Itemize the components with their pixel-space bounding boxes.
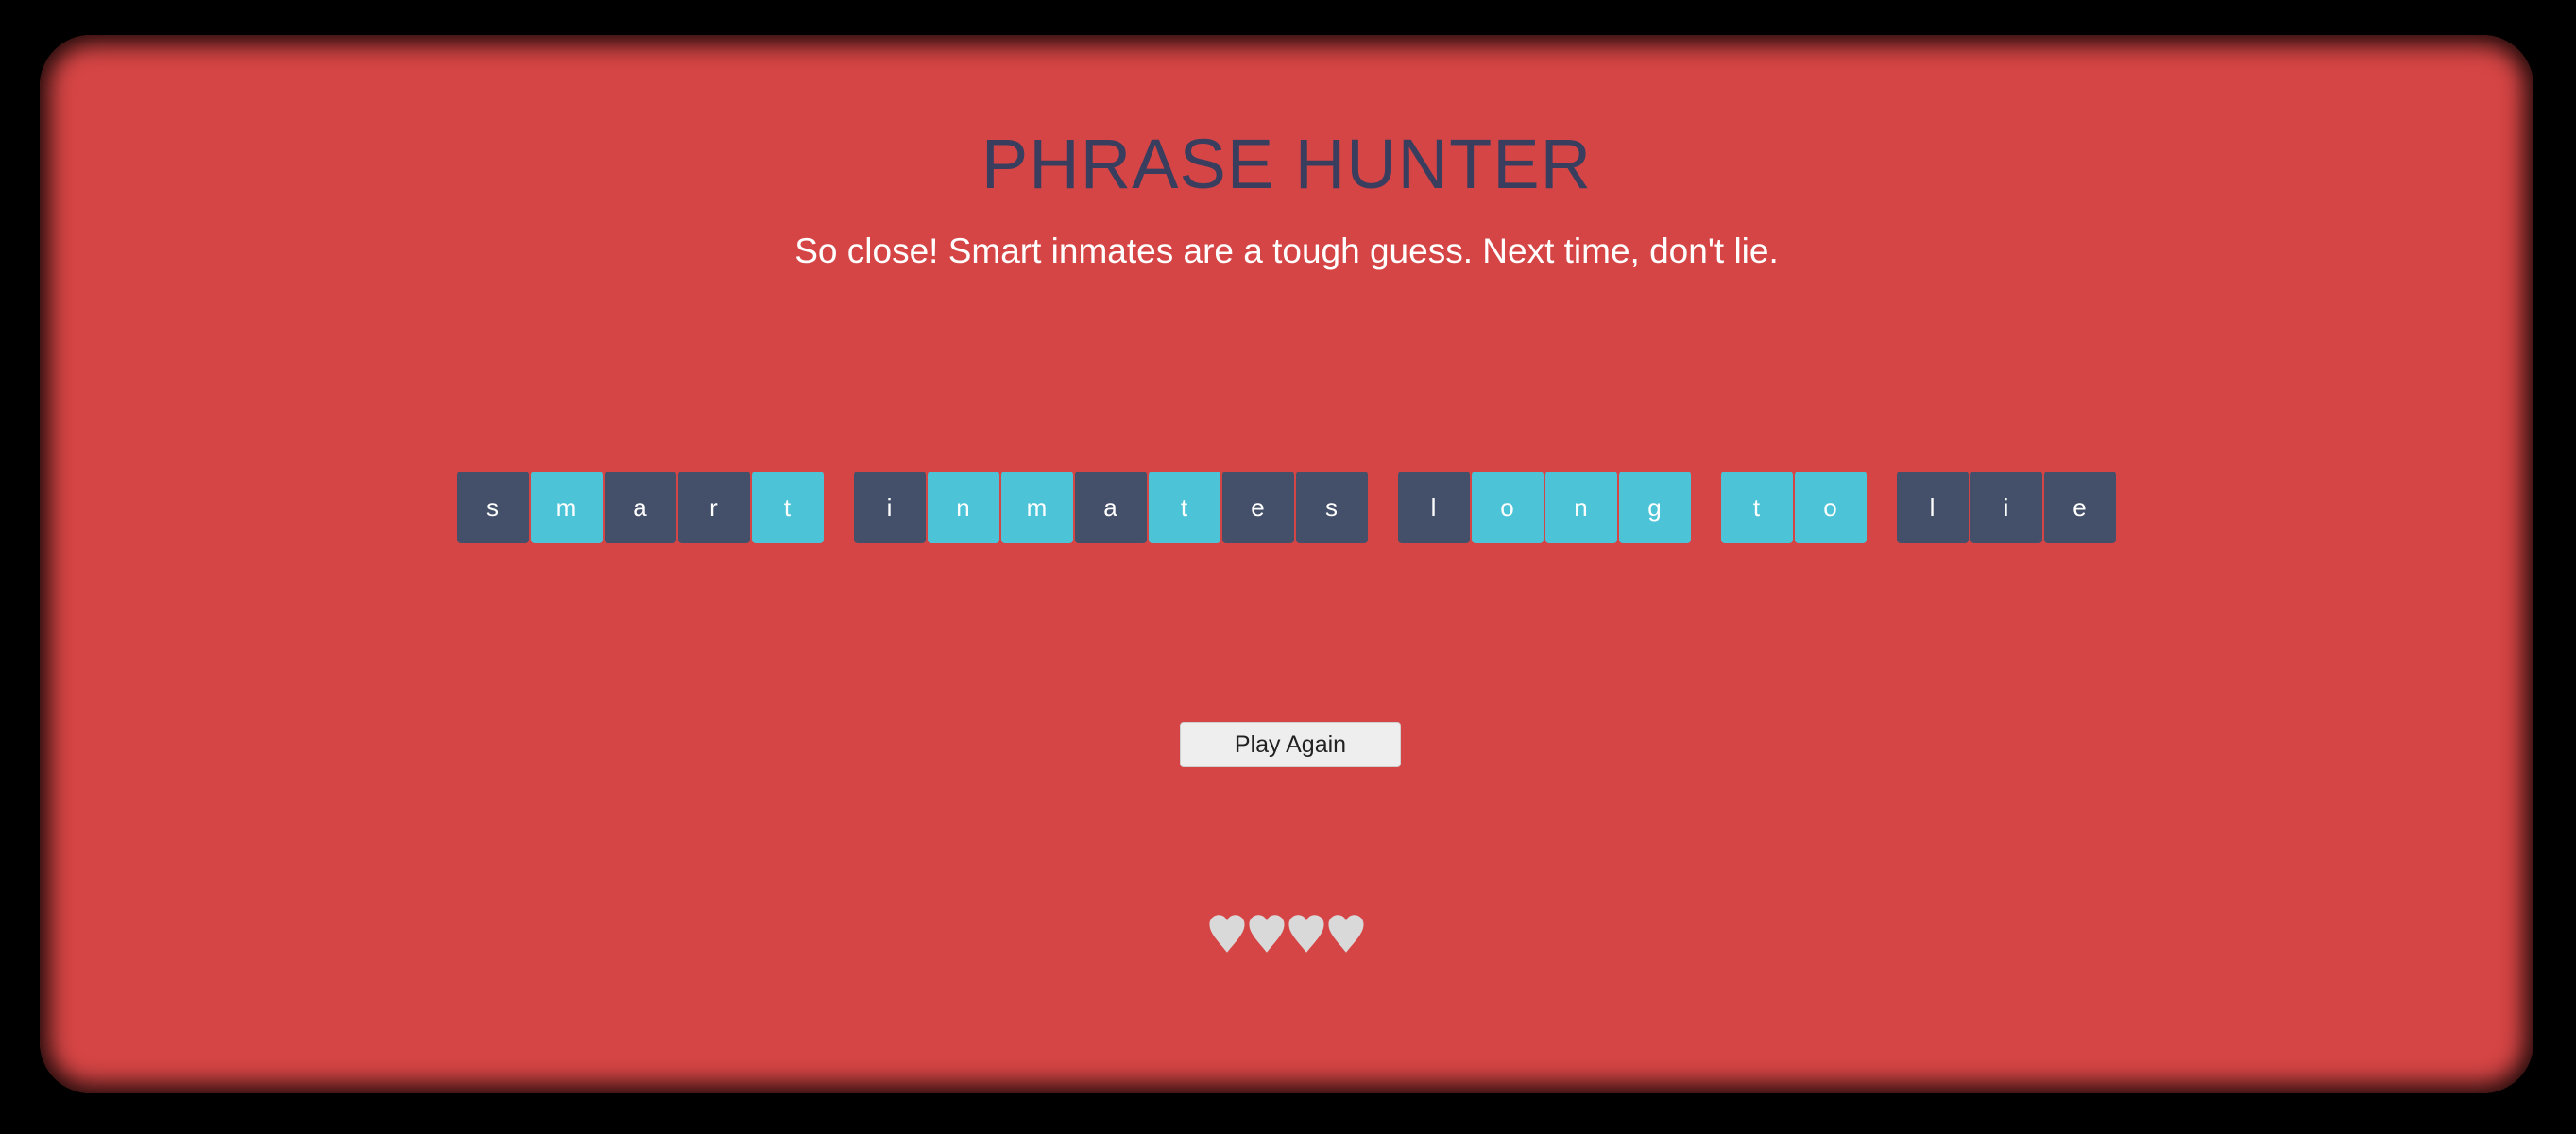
letter-tile-revealed: n (1545, 472, 1617, 543)
letter-tile-revealed: n (928, 472, 999, 543)
result-message: So close! Smart inmates are a tough gues… (794, 232, 1779, 270)
letter-tile-hidden: a (605, 472, 676, 543)
letter-tile-revealed: t (1721, 472, 1793, 543)
game-title: PHRASE HUNTER (981, 125, 1593, 203)
letter-tile-hidden: l (1398, 472, 1470, 543)
letter-tile-revealed: m (531, 472, 603, 543)
letter-tile-hidden: r (678, 472, 750, 543)
letter-tile-revealed: m (1001, 472, 1073, 543)
play-again-button[interactable]: Play Again (1180, 722, 1401, 767)
letter-tile-hidden: e (1222, 472, 1294, 543)
letter-tile-revealed: o (1795, 472, 1867, 543)
letter-tile-hidden: s (1296, 472, 1368, 543)
letter-tile-hidden: a (1075, 472, 1147, 543)
letter-tile-revealed: t (752, 472, 824, 543)
phrase-word: inmates (854, 472, 1368, 543)
phrase-word: lie (1897, 472, 2116, 543)
letter-tile-revealed: t (1149, 472, 1220, 543)
heart-icon (1209, 915, 1245, 953)
letter-tile-hidden: s (457, 472, 529, 543)
letter-tile-revealed: o (1472, 472, 1544, 543)
letter-tile-hidden: l (1897, 472, 1969, 543)
phrase-board: smartinmateslongtolie (40, 472, 2533, 543)
phrase-word: long (1398, 472, 1691, 543)
heart-icon (1288, 915, 1324, 953)
phrase-word: smart (457, 472, 824, 543)
letter-tile-hidden: i (1970, 472, 2042, 543)
phrase-word: to (1721, 472, 1867, 543)
game-board: PHRASE HUNTER So close! Smart inmates ar… (40, 35, 2533, 1093)
lives-display (40, 914, 2533, 954)
heart-icon (1328, 915, 1364, 953)
heart-icon (1249, 915, 1285, 953)
letter-tile-hidden: e (2044, 472, 2116, 543)
letter-tile-revealed: g (1619, 472, 1691, 543)
letter-tile-hidden: i (854, 472, 926, 543)
